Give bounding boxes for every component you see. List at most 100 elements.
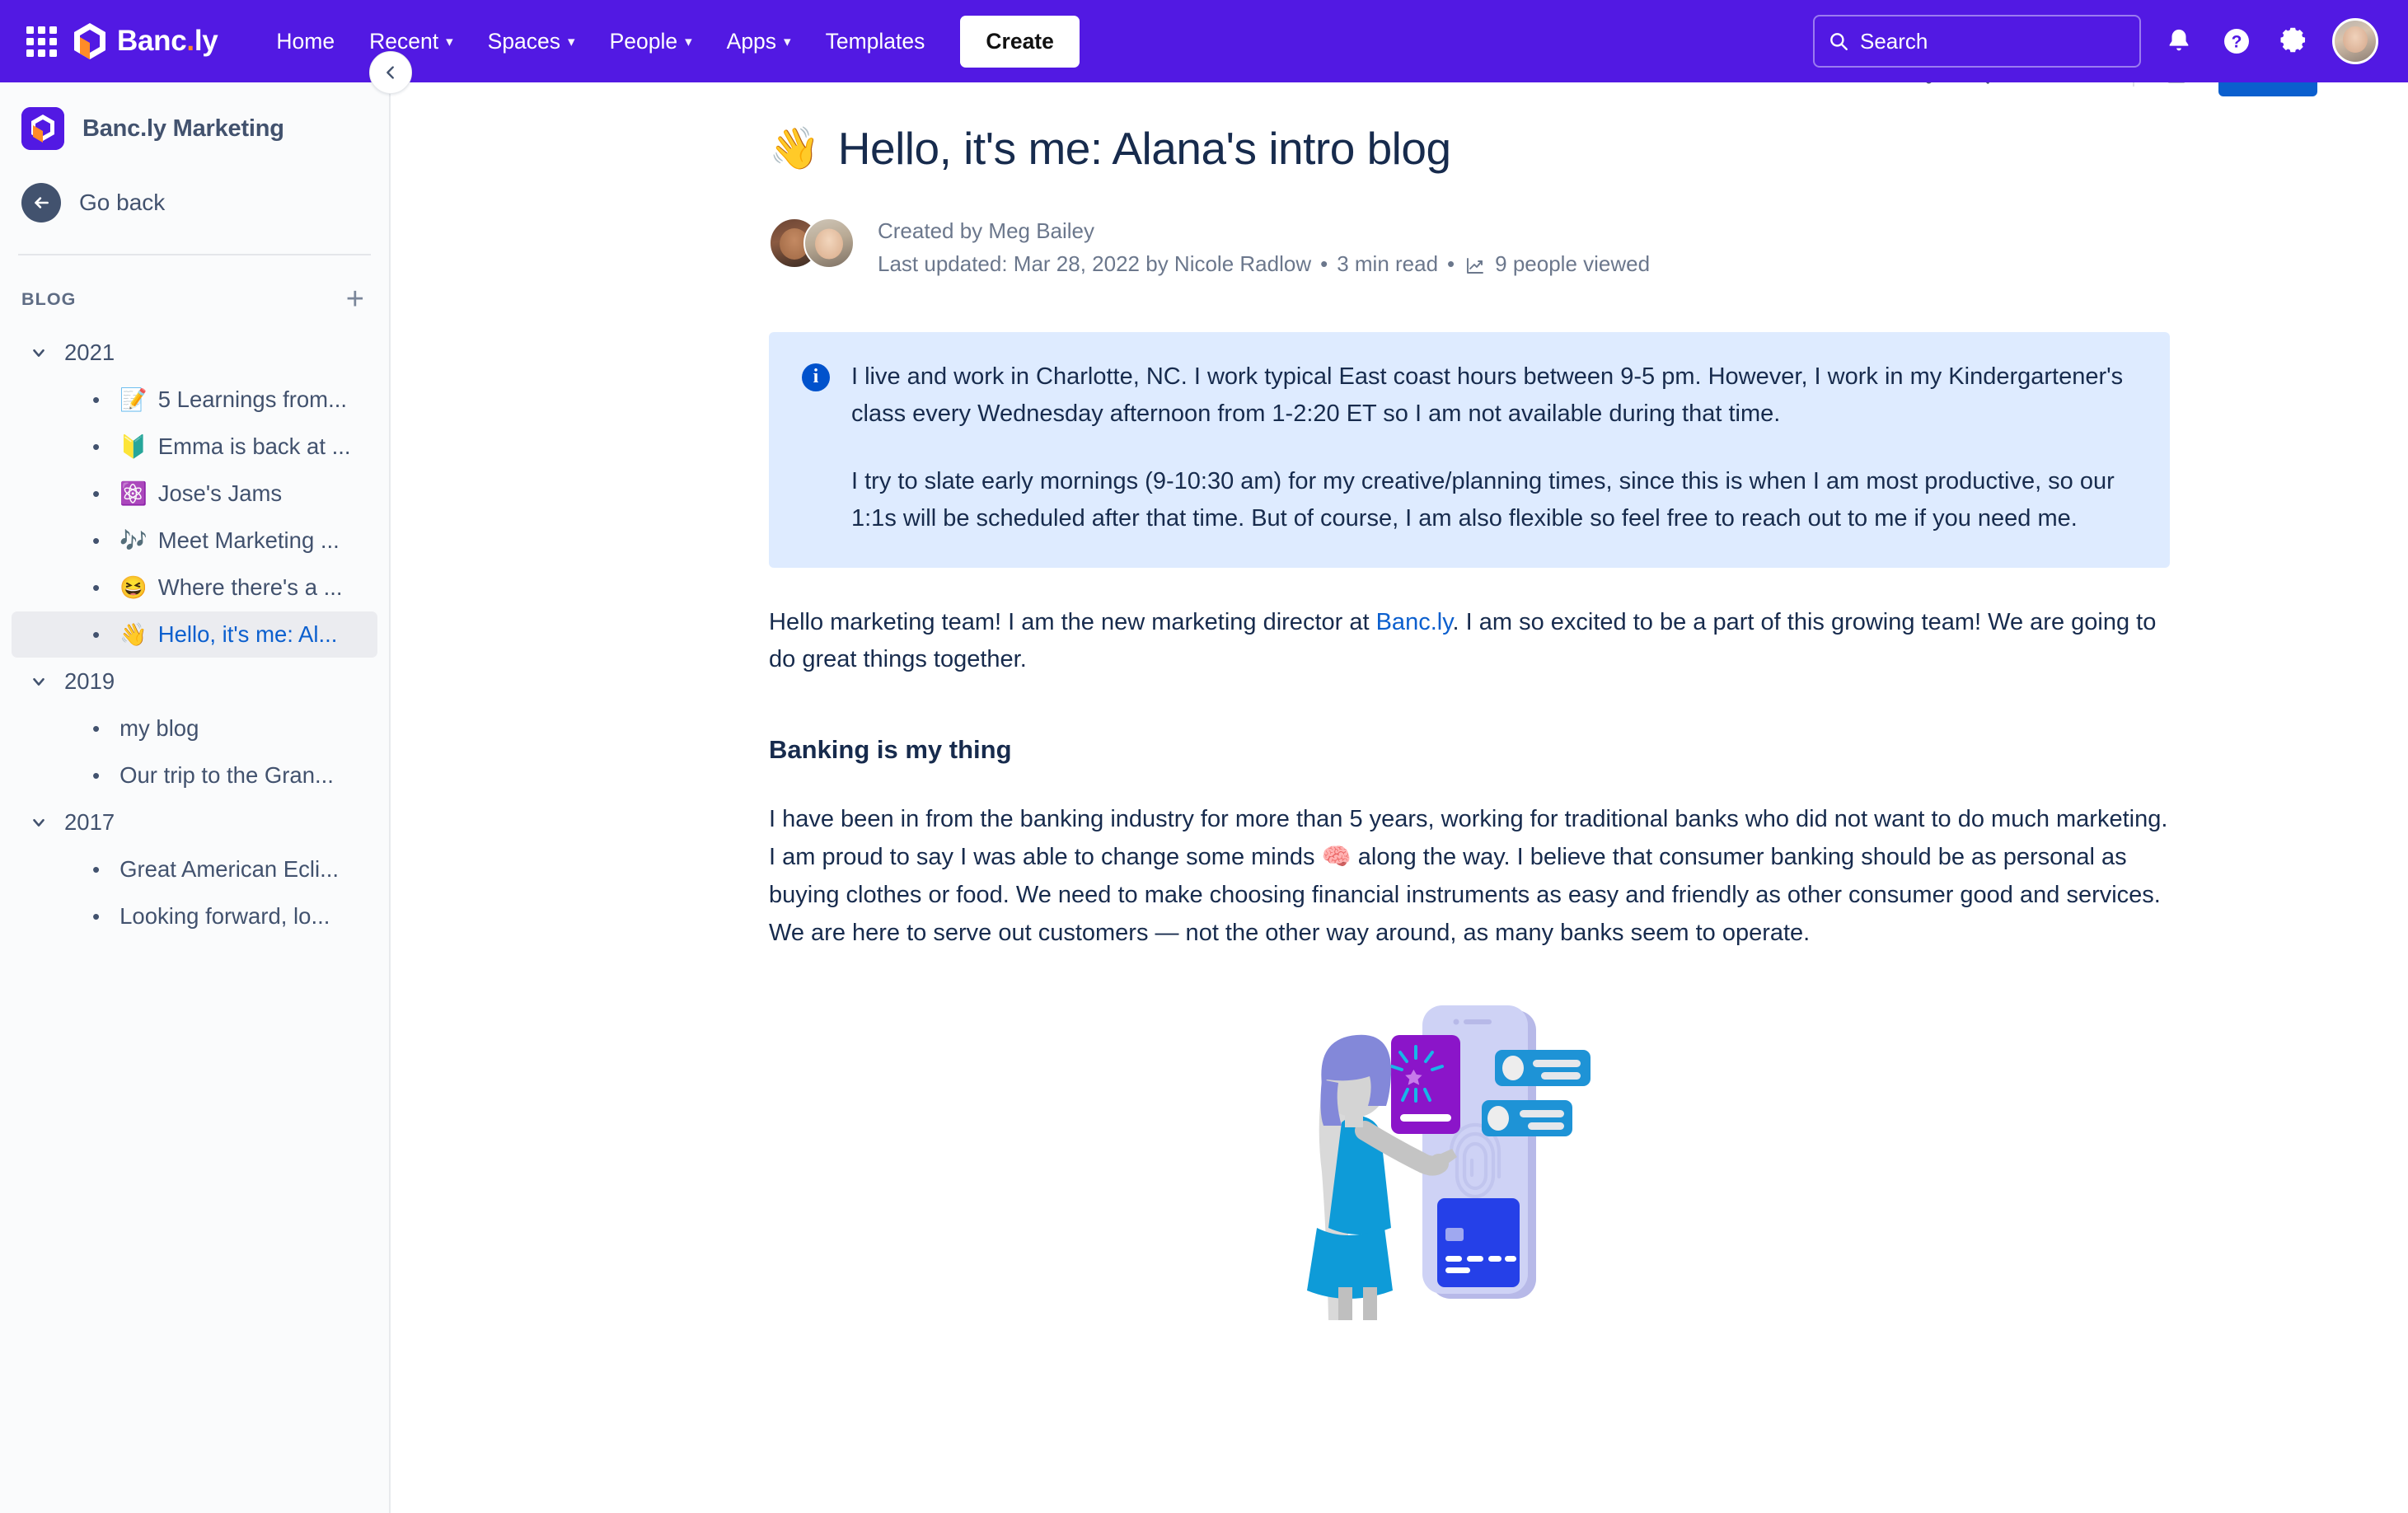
page-emoji-icon: 📝 bbox=[119, 387, 148, 412]
page-toolbar-actions bbox=[1909, 82, 2408, 96]
nav-item-templates[interactable]: Templates bbox=[808, 17, 943, 66]
space-sidebar: Banc.ly Marketing Go back BLOG + 2021 • 📝 5… bbox=[0, 82, 391, 1513]
bullet-icon: • bbox=[92, 575, 101, 600]
sidebar-page-item[interactable]: • 📝 5 Learnings from... bbox=[12, 377, 377, 423]
sidebar-page-item[interactable]: • 🔰 Emma is back at ... bbox=[12, 424, 377, 470]
chevron-down-icon: ▾ bbox=[568, 34, 575, 49]
sidebar-page-item[interactable]: • Our trip to the Gran... bbox=[12, 752, 377, 799]
space-header[interactable]: Banc.ly Marketing bbox=[0, 82, 389, 150]
brand-logo-link[interactable]: Banc.ly bbox=[73, 22, 218, 60]
sidebar-collapse-button[interactable] bbox=[369, 51, 412, 94]
nav-item-home[interactable]: Home bbox=[259, 17, 352, 66]
byline-separator: • bbox=[1447, 251, 1455, 277]
tree-year-label: 2019 bbox=[64, 668, 115, 694]
page-item-label: Jose's Jams bbox=[157, 480, 283, 506]
space-logo-icon bbox=[21, 107, 64, 150]
svg-text:?: ? bbox=[2232, 33, 2242, 52]
last-updated-text: Last updated: Mar 28, 2022 by Nicole Rad… bbox=[878, 251, 1312, 277]
create-button[interactable]: Create bbox=[960, 15, 1080, 68]
nav-item-recent[interactable]: Recent ▾ bbox=[352, 17, 471, 66]
page-emoji-icon: 🎶 bbox=[119, 528, 148, 553]
created-by-text: Created by Meg Bailey bbox=[878, 218, 1095, 243]
chevron-down-icon: ▾ bbox=[685, 34, 692, 49]
add-page-icon[interactable]: + bbox=[346, 283, 364, 315]
chevron-down-icon: ▾ bbox=[784, 34, 791, 49]
sidebar-toggle-icon[interactable] bbox=[2162, 82, 2190, 87]
bancly-link[interactable]: Banc.ly bbox=[1376, 609, 1453, 635]
sidebar-page-item[interactable]: • ⚛️ Jose's Jams bbox=[12, 471, 377, 517]
contributor-avatars[interactable] bbox=[769, 218, 855, 269]
go-back-button[interactable]: Go back bbox=[0, 150, 389, 247]
share-icon[interactable] bbox=[1909, 82, 1937, 87]
brand-name: Banc.ly bbox=[117, 25, 218, 57]
bullet-icon: • bbox=[92, 434, 101, 459]
chevron-down-icon bbox=[30, 344, 48, 362]
more-options-icon[interactable] bbox=[2077, 82, 2105, 87]
page-item-label: Looking forward, lo... bbox=[119, 903, 330, 929]
page-tree: 2021 • 📝 5 Learnings from... • 🔰 Emma is back … bbox=[0, 330, 389, 939]
space-title: Banc.ly Marketing bbox=[82, 115, 284, 142]
settings-gear-icon[interactable] bbox=[2274, 21, 2314, 61]
analytics-chart-icon bbox=[1464, 256, 1487, 276]
sidebar-page-item[interactable]: • Great American Ecli... bbox=[12, 846, 377, 892]
page-item-label: Our trip to the Gran... bbox=[119, 762, 334, 788]
app-switcher-grid-icon[interactable] bbox=[23, 23, 59, 59]
sidebar-page-item[interactable]: • 👋 Hello, it's me: Al... bbox=[12, 611, 377, 658]
blog-document: 👋 Hello, it's me: Alana's intro blog Cre… bbox=[769, 99, 2170, 1320]
top-navigation-bar: Banc.ly Home Recent ▾ Spaces ▾ People ▾ … bbox=[0, 0, 2408, 82]
page-primary-button[interactable] bbox=[2218, 82, 2317, 96]
brain-emoji-icon: 🧠 bbox=[1321, 844, 1352, 871]
section-heading: Banking is my thing bbox=[769, 735, 1012, 765]
tree-year-2019[interactable]: 2019 bbox=[0, 658, 389, 705]
byline-separator: • bbox=[1320, 251, 1328, 277]
blog-section-label: BLOG bbox=[21, 288, 77, 309]
search-input[interactable]: Search bbox=[1813, 15, 2141, 68]
chevron-down-icon: ▾ bbox=[446, 34, 453, 49]
star-icon[interactable] bbox=[2021, 82, 2049, 87]
nav-right-cluster: Search ? bbox=[1813, 15, 2378, 68]
nav-item-people[interactable]: People ▾ bbox=[593, 17, 710, 66]
page-item-label: Emma is back at ... bbox=[157, 433, 351, 459]
tree-year-2021[interactable]: 2021 bbox=[0, 330, 389, 376]
search-placeholder-text: Search bbox=[1860, 28, 1928, 54]
chevron-down-icon bbox=[30, 813, 48, 831]
nav-item-apps[interactable]: Apps ▾ bbox=[710, 17, 808, 66]
page-title-text: Hello, it's me: Alana's intro blog bbox=[837, 123, 1451, 174]
page-item-label: Great American Ecli... bbox=[119, 856, 340, 882]
avatar bbox=[803, 218, 855, 269]
page-toolbar bbox=[391, 82, 2408, 99]
notification-bell-icon[interactable] bbox=[2159, 21, 2199, 61]
page-emoji-icon: 😆 bbox=[119, 575, 148, 600]
tree-year-2017[interactable]: 2017 bbox=[0, 799, 389, 846]
page-title: 👋 Hello, it's me: Alana's intro blog bbox=[769, 122, 2170, 175]
bullet-icon: • bbox=[92, 481, 101, 506]
sidebar-page-item[interactable]: • Looking forward, lo... bbox=[12, 893, 377, 939]
sidebar-page-item[interactable]: • my blog bbox=[12, 705, 377, 752]
sidebar-page-item[interactable]: • 🎶 Meet Marketing ... bbox=[12, 518, 377, 564]
page-emoji-icon: 👋 bbox=[119, 622, 148, 647]
info-panel: i I live and work in Charlotte, NC. I wo… bbox=[769, 331, 2170, 568]
page-item-label: Where there's a ... bbox=[157, 574, 343, 600]
user-avatar[interactable] bbox=[2332, 18, 2378, 64]
intro-paragraph: Hello marketing team! I am the new marke… bbox=[769, 604, 2170, 680]
bullet-icon: • bbox=[92, 763, 101, 788]
info-paragraph-1: I live and work in Charlotte, NC. I work… bbox=[851, 363, 2124, 428]
search-page-icon[interactable] bbox=[1965, 82, 1993, 87]
page-item-label: Hello, it's me: Al... bbox=[157, 621, 338, 647]
woman-with-phone-banking-illustration bbox=[1307, 1005, 1590, 1320]
views-count-text: 9 people viewed bbox=[1495, 251, 1651, 277]
sidebar-page-item[interactable]: • 😆 Where there's a ... bbox=[12, 564, 377, 611]
section-paragraph: I have been in from the banking industry… bbox=[769, 801, 2170, 952]
help-question-icon[interactable]: ? bbox=[2217, 21, 2256, 61]
info-circle-icon: i bbox=[802, 363, 830, 391]
chevron-down-icon bbox=[30, 672, 48, 691]
tree-year-label: 2017 bbox=[64, 809, 115, 835]
info-paragraph-2: I try to slate early mornings (9-10:30 a… bbox=[851, 467, 2115, 532]
bancly-logo-icon bbox=[73, 22, 107, 60]
go-back-label: Go back bbox=[79, 190, 166, 215]
bullet-icon: • bbox=[92, 387, 101, 412]
page-emoji-icon: 🔰 bbox=[119, 434, 148, 459]
page-item-label: Meet Marketing ... bbox=[157, 527, 340, 553]
nav-item-spaces[interactable]: Spaces ▾ bbox=[471, 17, 593, 66]
bullet-icon: • bbox=[92, 528, 101, 553]
